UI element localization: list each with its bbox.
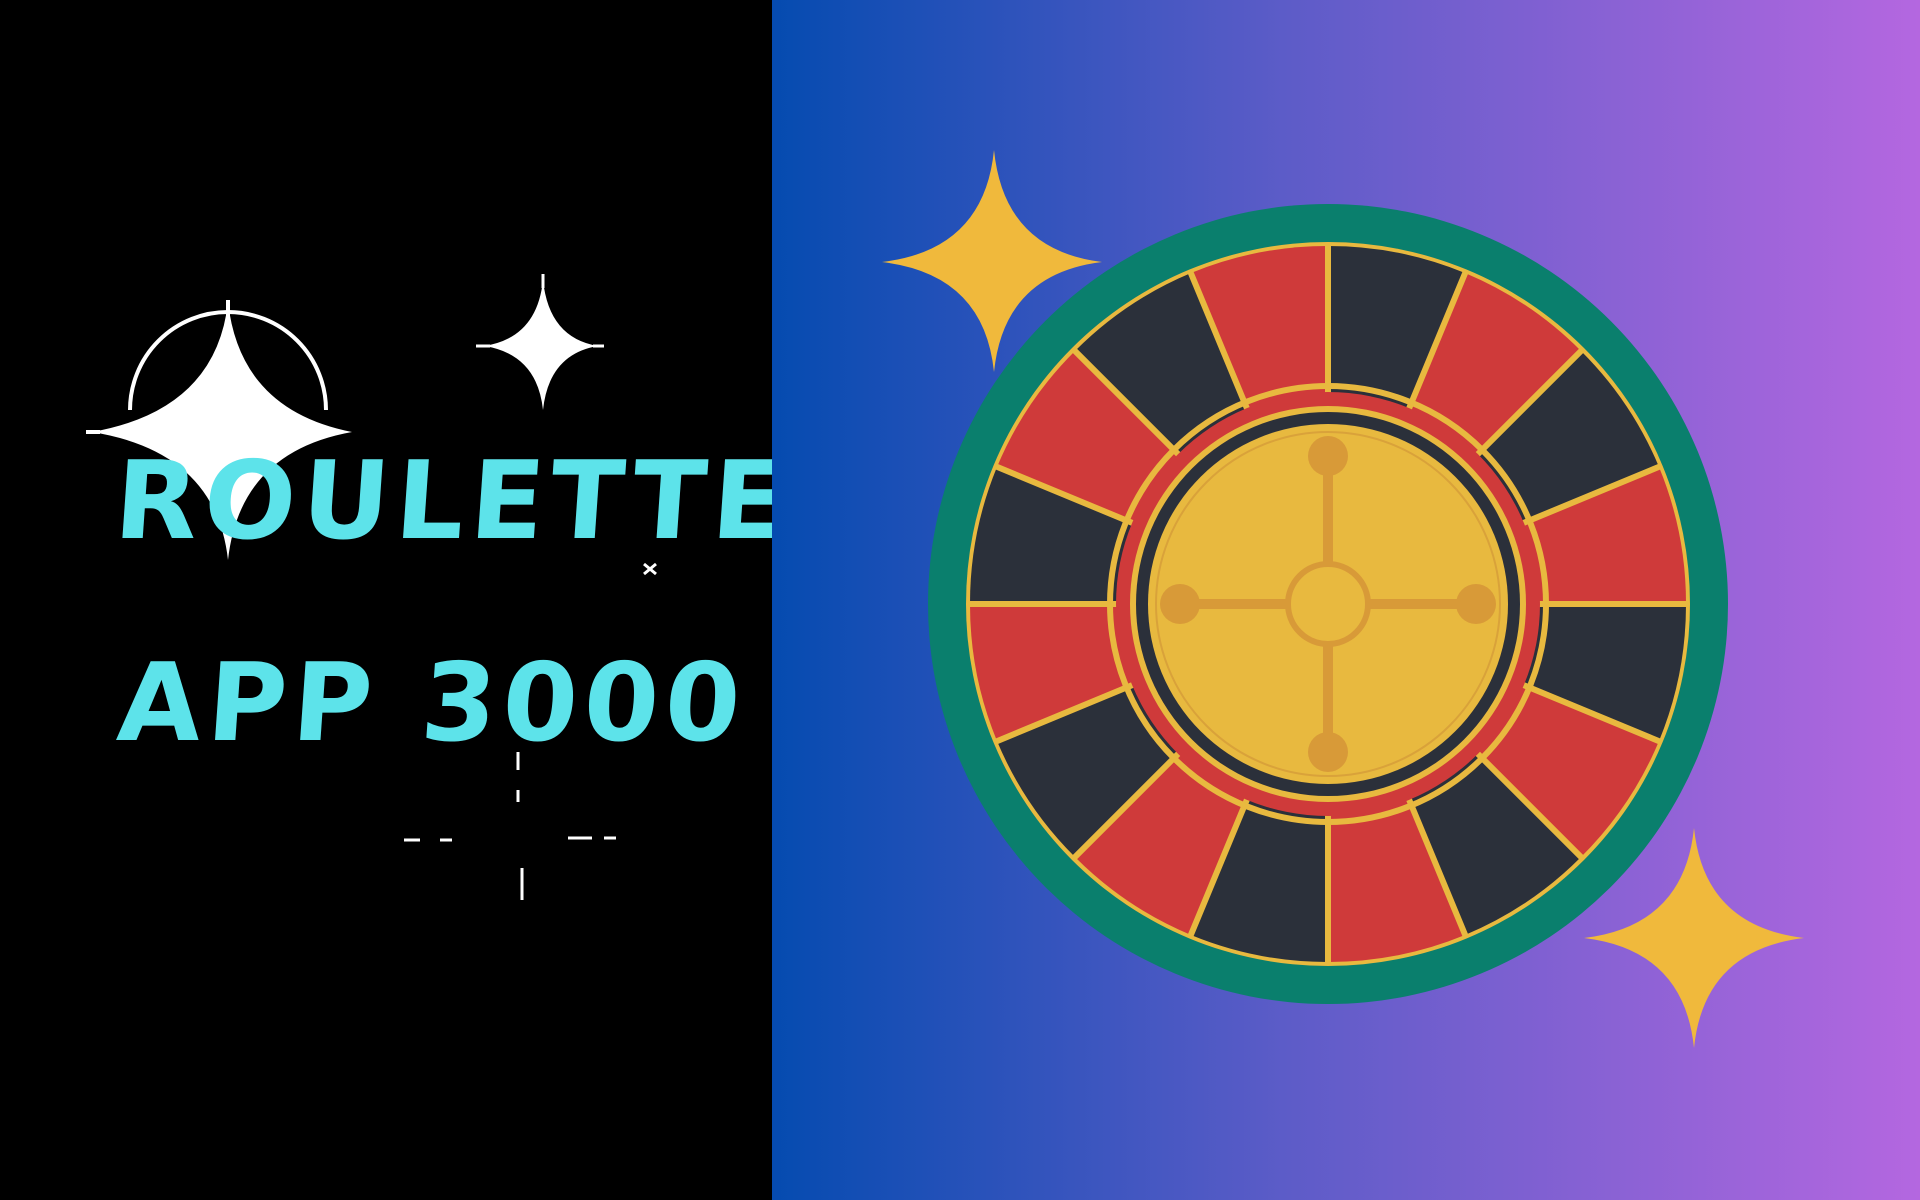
- right-illustration: [882, 150, 1804, 1048]
- title-line-1: ROULETTE: [110, 439, 797, 564]
- title-line-2: APP 3000: [113, 641, 751, 766]
- white-sparkle-small-icon: [476, 274, 604, 410]
- left-decorations: [86, 274, 657, 900]
- banner: ROULETTE APP 3000: [0, 0, 1920, 1200]
- right-panel: [772, 0, 1920, 1200]
- roulette-wheel-icon: [928, 204, 1728, 1004]
- left-panel: ROULETTE APP 3000: [0, 0, 796, 1200]
